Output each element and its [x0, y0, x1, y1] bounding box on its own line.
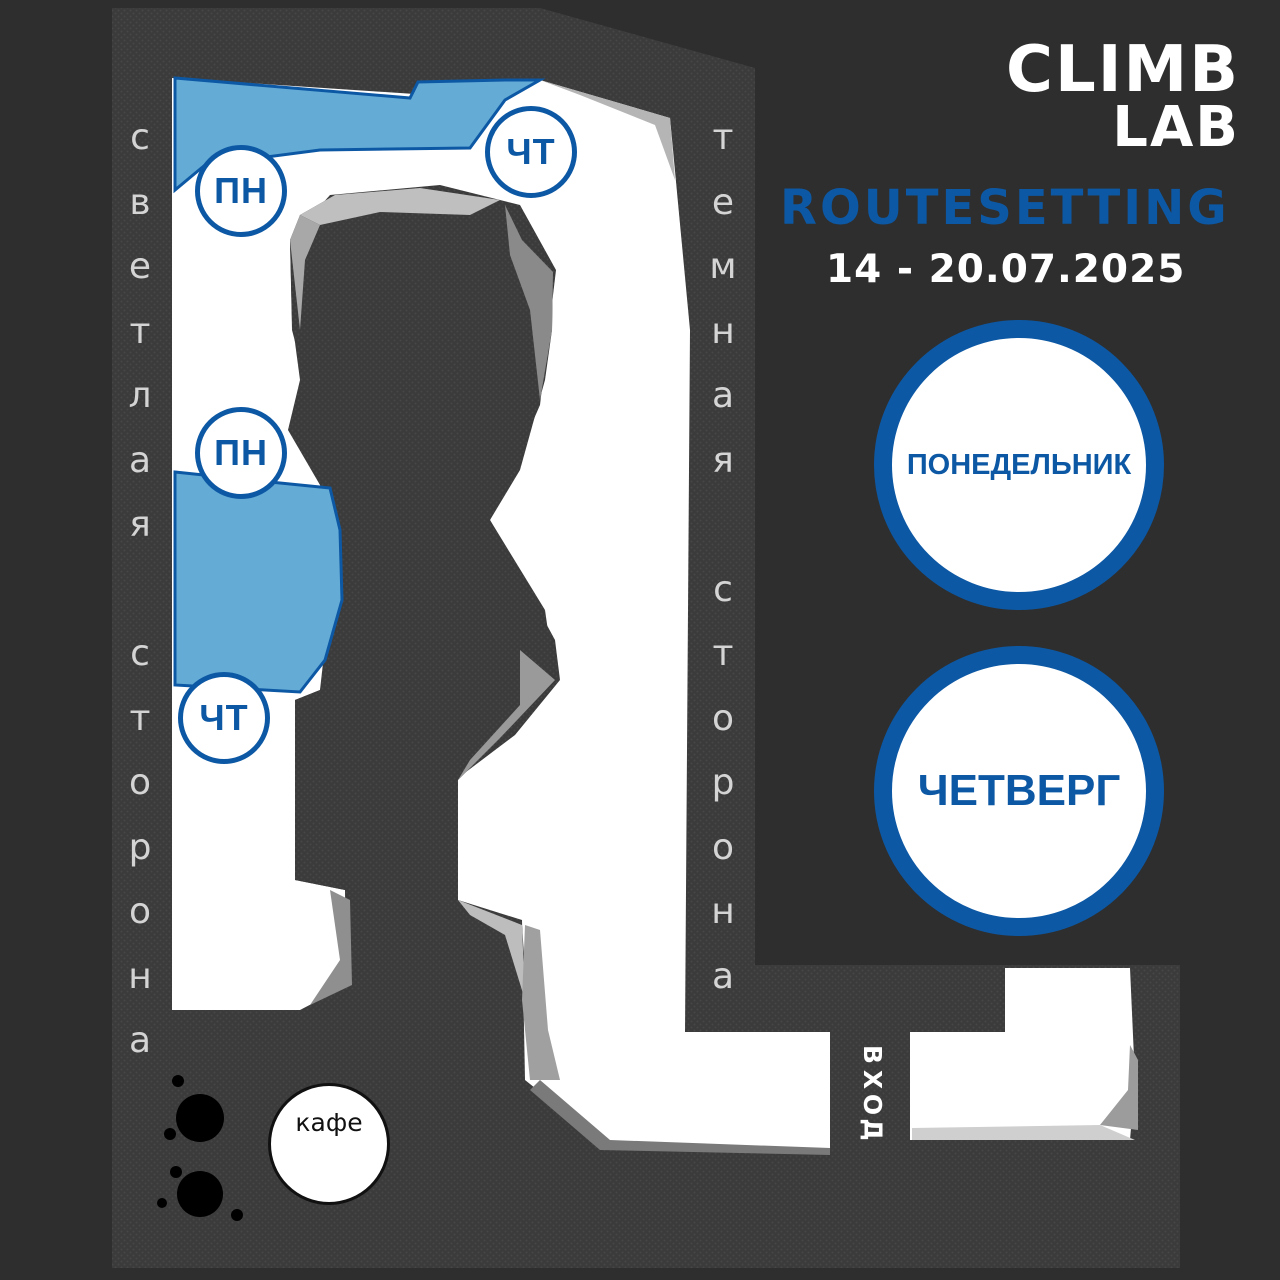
- zone-badge-label: ПН: [214, 170, 268, 211]
- side-label-letter: т: [129, 310, 151, 352]
- side-label-letter: в: [129, 181, 151, 223]
- zone-badge-thursday-middle: ЧТ: [178, 672, 270, 764]
- side-label-letter: р: [128, 826, 152, 868]
- zone-badge-monday-top: ПН: [195, 145, 287, 237]
- side-label-letter: а: [711, 375, 735, 416]
- zone-badge-label: ЧТ: [199, 697, 249, 738]
- side-label-letter: о: [711, 826, 735, 868]
- side-label-letter: т: [712, 633, 734, 674]
- side-label-letter: м: [709, 246, 737, 287]
- light-side-label: светлаясторона: [120, 106, 160, 1074]
- cafe-badge: кафе: [268, 1083, 390, 1205]
- side-label-letter: с: [713, 568, 733, 610]
- side-label-letter: т: [129, 697, 151, 739]
- side-label-letter: л: [128, 375, 152, 416]
- side-label-letter: р: [711, 762, 735, 803]
- side-label-letter: я: [129, 504, 151, 545]
- logo-line-1: CLIMB: [1005, 33, 1240, 107]
- side-label-letter: о: [128, 762, 152, 803]
- entrance-letter: Х: [858, 1069, 888, 1090]
- cafe-label: кафе: [295, 1108, 363, 1137]
- entrance-letter: Д: [858, 1118, 888, 1141]
- side-label-letter: н: [128, 955, 152, 997]
- side-label-letter: я: [712, 439, 734, 481]
- side-label-letter: а: [711, 955, 735, 997]
- side-label-letter: о: [128, 891, 152, 932]
- side-label-letter: с: [130, 117, 150, 158]
- side-label-letter: т: [712, 117, 734, 158]
- entrance-label: ВХОД: [855, 1042, 891, 1142]
- side-label-letter: а: [128, 1020, 152, 1061]
- side-label-letter: е: [128, 246, 152, 287]
- side-label-letter: с: [130, 633, 150, 674]
- side-label-letter: н: [711, 891, 735, 932]
- logo-line-2: LAB: [1112, 95, 1240, 160]
- legend-monday-label: ПОНЕДЕЛЬНИК: [906, 448, 1132, 481]
- zone-badge-monday-middle: ПН: [195, 407, 287, 499]
- legend-monday-badge: ПОНЕДЕЛЬНИК: [874, 320, 1164, 610]
- page-title: ROUTESETTING: [780, 180, 1230, 236]
- side-label-letter: н: [711, 310, 735, 352]
- monday-zone-middle: [173, 470, 344, 694]
- legend-thursday-badge: ЧЕТВЕРГ: [874, 646, 1164, 936]
- zone-badge-label: ЧТ: [506, 131, 556, 172]
- date-range: 14 - 20.07.2025: [826, 247, 1186, 292]
- entrance-letter: О: [858, 1093, 888, 1116]
- zone-badge-label: ПН: [214, 432, 268, 473]
- side-label-letter: е: [711, 181, 735, 223]
- entrance-letter: В: [858, 1044, 888, 1065]
- dark-side-label: темнаясторона: [703, 106, 743, 1009]
- side-label-letter: о: [711, 697, 735, 739]
- zone-badge-thursday-top: ЧТ: [485, 106, 577, 198]
- legend-thursday-label: ЧЕТВЕРГ: [917, 766, 1121, 815]
- side-label-letter: а: [128, 439, 152, 481]
